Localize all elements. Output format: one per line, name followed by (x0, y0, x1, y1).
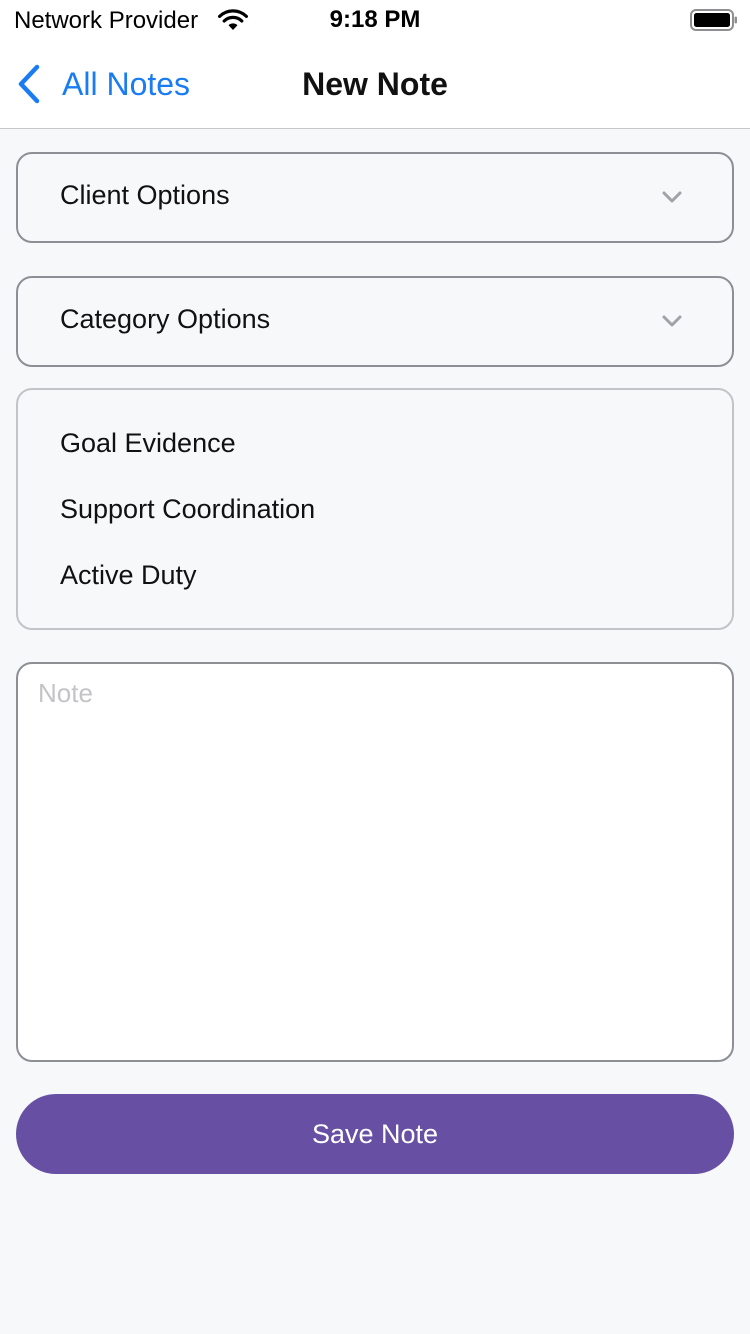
client-options-label: Client Options (60, 180, 230, 210)
category-option-goal-evidence[interactable]: Goal Evidence (60, 428, 236, 459)
note-field-container (16, 662, 734, 1062)
status-time: 9:18 PM (329, 6, 421, 33)
category-options-list: Goal Evidence Support Coordination Activ… (16, 388, 734, 630)
navigation-bar: All Notes New Note (0, 40, 750, 129)
chevron-down-icon (662, 191, 682, 203)
battery-icon (690, 9, 737, 31)
chevron-down-icon (662, 315, 682, 327)
save-note-button[interactable]: Save Note (16, 1094, 734, 1174)
category-option-support-coordination[interactable]: Support Coordination (60, 494, 315, 525)
status-bar: Network Provider 9:18 PM (0, 0, 750, 40)
category-option-active-duty[interactable]: Active Duty (60, 560, 197, 591)
category-options-select[interactable]: Category Options (16, 276, 734, 367)
client-options-select[interactable]: Client Options (16, 152, 734, 243)
page-title: New Note (302, 66, 448, 102)
category-options-label: Category Options (60, 304, 271, 334)
note-input[interactable] (18, 664, 732, 1060)
